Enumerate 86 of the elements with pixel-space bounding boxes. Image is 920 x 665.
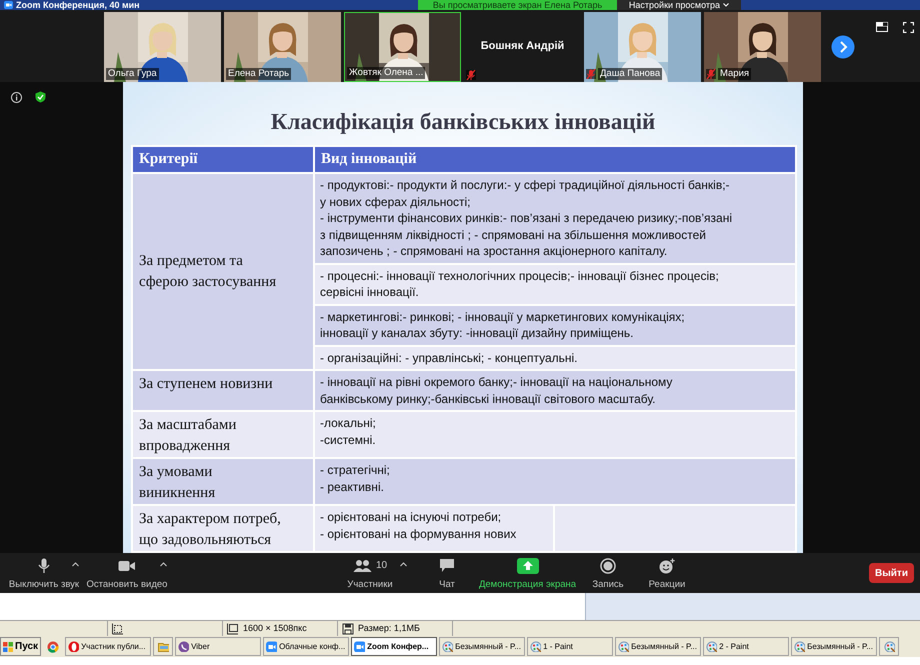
table-cell: - маркетингові:- ринкові; - інновації у маркетингових комунікаціях; інновації у каналах збуту: -інновації дизайну приміщень.: [314, 304, 796, 346]
taskbar-button[interactable]: Облачные конф...: [263, 637, 350, 656]
video-tile[interactable]: Жовтяк Олена ...: [344, 12, 461, 82]
taskbar-button[interactable]: 2 - Paint: [703, 637, 790, 656]
smiley-plus-icon: [658, 558, 676, 574]
paint-palette-icon: [618, 641, 630, 652]
paint-palette-icon: [794, 641, 806, 652]
table-cell: За ступенем новизни: [132, 370, 314, 411]
status-text: Размер: 1,1МБ: [358, 622, 420, 635]
video-camera-icon: [118, 560, 136, 572]
start-button[interactable]: Пуск: [0, 637, 42, 656]
video-tile[interactable]: Мария: [704, 12, 821, 82]
participant-name: Жовтяк Олена ...: [347, 67, 426, 79]
zoom-icon: [4, 1, 13, 9]
participant-name: Мария: [718, 68, 752, 80]
table-cell: - орієнтовані на існуючі потреби; - орієнтовані на формування нових: [314, 505, 554, 552]
toolbar-button[interactable]: Запись: [588, 557, 628, 591]
chat-bubble-icon: [439, 558, 455, 573]
viber-logo-icon: [178, 641, 190, 652]
table-cell: За умовами виникнення: [132, 458, 314, 505]
taskbar-button[interactable]: Zoom Конфер...: [351, 637, 438, 656]
zoom-logo-icon: [354, 641, 366, 652]
table-cell: За характером потреб, що задовольняються: [132, 505, 314, 552]
toolbar-button[interactable]: Остановить видео: [86, 557, 168, 591]
shield-icon[interactable]: [35, 91, 46, 103]
opera-logo-icon: [68, 641, 80, 652]
column-header: Критерії: [132, 146, 314, 173]
fullscreen-icon[interactable]: [903, 22, 914, 33]
record-icon: [600, 558, 616, 574]
caret-icon: [723, 3, 730, 7]
folder-icon: [158, 641, 169, 652]
mic-icon: [37, 558, 51, 574]
taskbar-button[interactable]: 1 - Paint: [527, 637, 614, 656]
video-tile[interactable]: Елена Ротарь: [224, 12, 341, 82]
window-title: Zoom Конференция, 40 мин: [16, 0, 140, 10]
taskbar-button[interactable]: Безымянный - P...: [439, 637, 526, 656]
column-header: Вид інновацій: [314, 146, 796, 173]
chrome-logo-icon: [47, 640, 60, 652]
toolbar-button[interactable]: Чат: [427, 557, 467, 591]
participant-name: Бошняк Андрій: [480, 39, 566, 54]
taskbar-button[interactable]: [879, 637, 900, 656]
video-tile[interactable]: Ольга Гура: [104, 12, 221, 82]
toolbar-button[interactable]: Демонстрация экрана: [480, 557, 575, 591]
caret-icon[interactable]: [160, 562, 167, 567]
taskbar-button[interactable]: Viber: [175, 637, 262, 656]
taskbar-button[interactable]: Безымянный - P...: [615, 637, 702, 656]
toolbar-button[interactable]: 10 Участники: [340, 557, 400, 591]
next-page-button[interactable]: [831, 35, 855, 59]
video-tile[interactable]: Бошняк Андрій: [464, 12, 581, 82]
taskbar-button[interactable]: Безымянный - P...: [791, 637, 878, 656]
table-cell: - процесні:- інновації технологічних процесів;- інновації бізнес процесів; сервісні інновації.: [314, 264, 796, 304]
participant-name: Елена Ротарь: [226, 68, 292, 80]
table-cell: За масштабами впровадження: [132, 411, 314, 458]
paint-palette-icon: [884, 641, 895, 652]
image-size-icon: [227, 622, 239, 634]
toolbar-button[interactable]: Выключить звук: [8, 557, 80, 591]
view-layout-icon[interactable]: [876, 22, 888, 32]
zoom-logo-icon: [266, 641, 278, 652]
table-cell: - інновації на рівні окремого банку;- інновації на національному банківському ринку;-банківські інновації світового масштабу.: [314, 370, 796, 411]
paint-palette-icon: [706, 641, 718, 652]
info-icon[interactable]: [11, 92, 22, 103]
caret-icon[interactable]: [72, 562, 79, 567]
share-screen-icon: [516, 558, 538, 574]
table-cell: - організаційні: - управлінські; - концептуальні.: [314, 346, 796, 370]
participant-name: Ольга Гура: [106, 68, 159, 80]
taskbar-button[interactable]: Участник публи...: [65, 637, 152, 656]
table-cell: - стратегічні; - реактивні.: [314, 458, 796, 505]
share-banner: Вы просматриваете экран Елена Ротарь: [418, 0, 617, 10]
table-cell: -локальні; -системні.: [314, 411, 796, 458]
table-cell: - продуктові:- продукти й послуги:- у сфері традиційної діяльності банків;- у нових сферах діяльності; - інструменти фінансових ринків:- пов’язані з передачею ризику;-пов’язані з підвищенням ліквідності ; - спрямовані на збільшення можливостей запозичень ; - спрямовані на зростання акціонерного капіталу.: [314, 173, 796, 264]
slide-title: Класифікація банківських інновацій: [270, 108, 656, 136]
people-icon: [352, 558, 373, 572]
view-options-button[interactable]: Настройки просмотра: [617, 0, 741, 10]
image-size-icon: [112, 622, 124, 634]
caret-icon[interactable]: [400, 562, 407, 567]
status-text: 1600 × 1508пкс: [243, 622, 307, 635]
paint-palette-icon: [442, 641, 454, 652]
windows-logo-icon: [3, 642, 13, 652]
participant-name: Даша Панова: [598, 68, 662, 80]
paint-palette-icon: [530, 641, 542, 652]
taskbar-button[interactable]: [153, 637, 174, 656]
toolbar-button[interactable]: Реакции: [645, 557, 689, 591]
participant-count: 10: [376, 559, 388, 573]
table-cell: За предметом та сферою застосування: [132, 173, 314, 370]
leave-button[interactable]: Выйти: [869, 563, 914, 583]
video-tile[interactable]: Даша Панова: [584, 12, 701, 82]
